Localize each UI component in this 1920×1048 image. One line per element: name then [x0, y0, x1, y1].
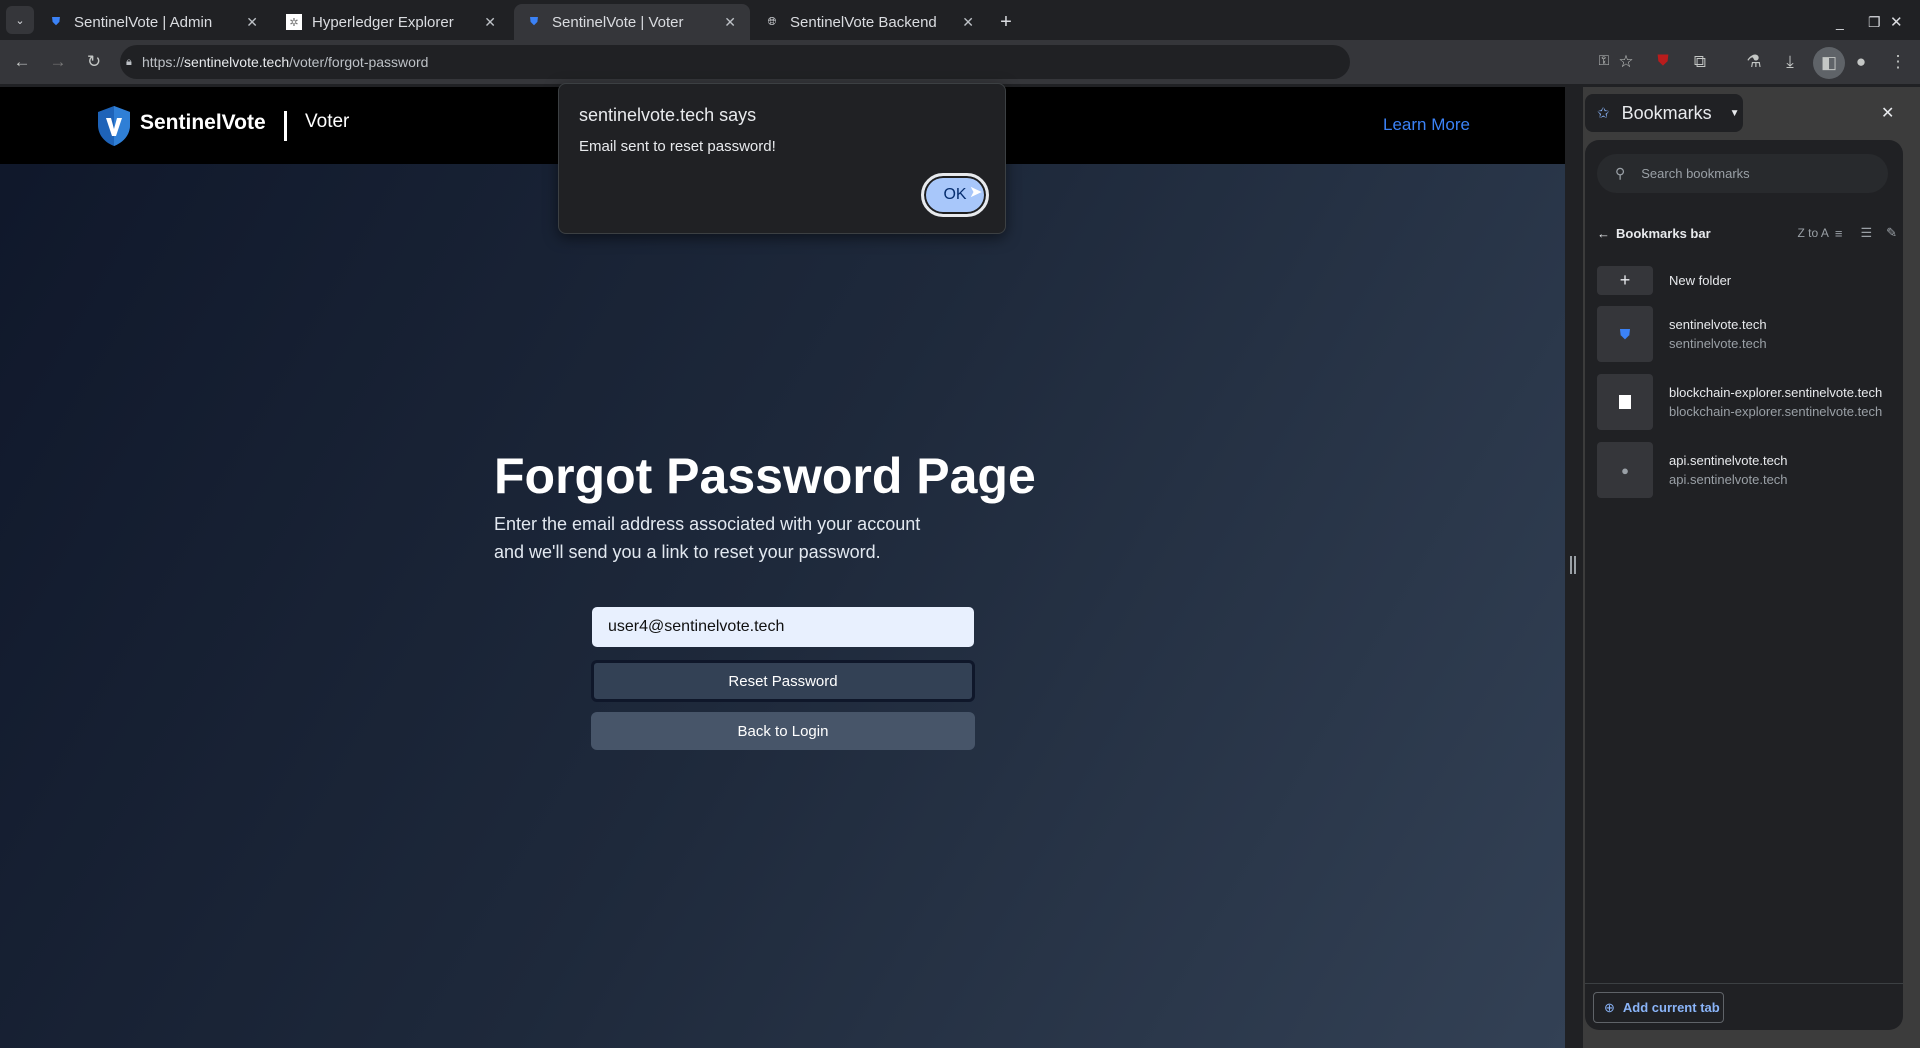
address-bar[interactable]: 🔒︎ https://sentinelvote.tech/voter/forgo…	[120, 45, 1350, 79]
divider	[284, 111, 287, 141]
back-arrow-icon[interactable]: ←	[1597, 226, 1610, 241]
tab-bar: ⌄ ⛊ SentinelVote | Admin ✕ ✲ Hyperledger Ex…	[0, 0, 1920, 40]
tab-hyperledger[interactable]: ✲ Hyperledger Explorer ✕	[274, 4, 510, 40]
dialog-title: sentinelvote.tech says	[579, 105, 757, 125]
bookmark-url: blockchain-explorer.sentinelvote.tech	[1669, 404, 1883, 419]
folder-header: ← Bookmarks bar Z to A ≡ ☰ ✎	[1597, 225, 1897, 241]
lock-icon: 🔒︎	[126, 55, 132, 68]
email-input[interactable]	[592, 607, 974, 647]
labs-icon[interactable]: ⚗	[1742, 52, 1766, 72]
tab-title: Hyperledger Explorer	[312, 13, 454, 31]
learn-more-link[interactable]: Learn More	[1383, 115, 1470, 135]
folder-name: Bookmarks bar	[1616, 225, 1711, 241]
caret-down-icon: ▼	[1729, 107, 1740, 119]
add-current-tab-button[interactable]: ⊕ Add current tab	[1593, 992, 1724, 1023]
shield-icon: ⛊	[51, 15, 61, 28]
bookmark-item[interactable]: blockchain-explorer.sentinelvote.tech blo…	[1597, 374, 1897, 430]
shield-icon: ⛊	[1597, 306, 1653, 362]
tab-voter[interactable]: ⛊ SentinelVote | Voter ✕	[514, 4, 750, 40]
add-circle-icon: ⊕	[1604, 999, 1615, 1015]
sort-button[interactable]: Z to A	[1797, 226, 1828, 240]
hyperledger-icon: ✲	[286, 14, 302, 30]
close-icon[interactable]: ✕	[484, 14, 496, 31]
bookmarks-card: ⚲ Search bookmarks ← Bookmarks bar Z to …	[1585, 140, 1903, 1030]
edit-icon[interactable]: ✎	[1886, 225, 1897, 241]
subtitle-line: and we'll send you a link to reset your …	[494, 542, 881, 562]
bookmark-title: sentinelvote.tech	[1669, 317, 1767, 332]
globe-icon: 🌐︎	[767, 15, 777, 28]
key-icon[interactable]: ⚿	[1592, 52, 1616, 69]
page-subtitle: Enter the email address associated with …	[494, 510, 974, 566]
divider	[1585, 983, 1903, 984]
brand-name: SentinelVote	[140, 111, 266, 134]
filter-icon[interactable]: ≡	[1835, 226, 1843, 241]
subtitle-line: Enter the email address associated with …	[494, 514, 921, 534]
cursor-icon: ➤	[969, 184, 983, 201]
sentinelvote-logo-icon	[98, 106, 130, 146]
close-icon[interactable]: ✕	[962, 14, 974, 31]
bookmark-title: api.sentinelvote.tech	[1669, 453, 1788, 468]
close-panel-icon[interactable]: ✕	[1881, 103, 1894, 123]
tab-admin[interactable]: ⛊ SentinelVote | Admin ✕	[36, 4, 272, 40]
shield-icon: ⛊	[529, 15, 539, 28]
resize-handle[interactable]	[1570, 556, 1576, 574]
hyperledger-icon	[1597, 374, 1653, 430]
panel-selector[interactable]: ✩ Bookmarks ▼	[1585, 94, 1743, 132]
star-icon[interactable]: ☆	[1614, 52, 1638, 72]
bookmark-url: sentinelvote.tech	[1669, 336, 1767, 351]
bookmark-title: blockchain-explorer.sentinelvote.tech	[1669, 385, 1883, 400]
url-host: sentinelvote.tech	[184, 54, 290, 70]
list-view-icon[interactable]: ☰	[1860, 225, 1872, 241]
tab-title: SentinelVote | Admin	[74, 13, 213, 31]
close-icon[interactable]: ✕	[246, 14, 258, 31]
bookmarks-star-icon: ✩	[1597, 105, 1610, 122]
menu-icon[interactable]: ⋮	[1886, 52, 1910, 72]
close-icon[interactable]: ✕	[724, 14, 736, 31]
alert-dialog: sentinelvote.tech says Email sent to res…	[558, 83, 1006, 234]
minimize-button[interactable]: _	[1824, 4, 1856, 40]
search-bookmarks-input[interactable]: ⚲ Search bookmarks	[1597, 154, 1888, 193]
plus-icon: +	[1597, 266, 1653, 295]
url-path: /voter/forgot-password	[289, 54, 429, 70]
back-to-login-button[interactable]: Back to Login	[591, 712, 975, 750]
new-folder-button[interactable]: + New folder	[1597, 266, 1897, 295]
bookmarks-side-panel: ✩ Bookmarks ▼ ✕ ⚲ Search bookmarks ← Boo…	[1583, 87, 1920, 1048]
forward-icon[interactable]: →	[46, 52, 70, 72]
tab-title: SentinelVote | Voter	[552, 13, 684, 31]
new-folder-label: New folder	[1669, 273, 1732, 288]
profile-icon[interactable]: ●	[1849, 52, 1873, 72]
extensions-icon[interactable]: ⧉	[1688, 52, 1712, 72]
tab-title: SentinelVote Backend	[790, 13, 937, 31]
download-icon[interactable]: ⤓	[1778, 52, 1802, 72]
tab-backend[interactable]: 🌐︎ SentinelVote Backend ✕	[752, 4, 988, 40]
tab-search-button[interactable]: ⌄	[6, 6, 34, 34]
bookmark-item[interactable]: ⛊ sentinelvote.tech sentinelvote.tech	[1597, 306, 1897, 362]
side-panel-icon[interactable]: ◧	[1813, 47, 1845, 79]
panel-title: Bookmarks	[1621, 102, 1712, 123]
url-scheme: https://	[142, 54, 185, 70]
search-placeholder: Search bookmarks	[1641, 166, 1750, 181]
page-title: Forgot Password Page	[494, 448, 1036, 504]
dialog-message: Email sent to reset password!	[579, 138, 776, 155]
ublock-icon[interactable]: ⛊	[1651, 52, 1675, 69]
reset-password-button[interactable]: Reset Password	[591, 660, 975, 702]
new-tab-button[interactable]: +	[992, 4, 1020, 40]
bookmark-item[interactable]: ● api.sentinelvote.tech api.sentinelvote.…	[1597, 442, 1897, 498]
back-icon[interactable]: ←	[10, 52, 34, 72]
section-label: Voter	[305, 111, 350, 132]
add-current-tab-label: Add current tab	[1622, 1000, 1720, 1015]
window-close-button[interactable]: ✕	[1878, 4, 1915, 40]
search-icon: ⚲	[1615, 165, 1626, 181]
bookmark-url: api.sentinelvote.tech	[1669, 472, 1788, 487]
reload-icon[interactable]: ↻	[82, 52, 106, 72]
globe-icon: ●	[1597, 442, 1653, 498]
